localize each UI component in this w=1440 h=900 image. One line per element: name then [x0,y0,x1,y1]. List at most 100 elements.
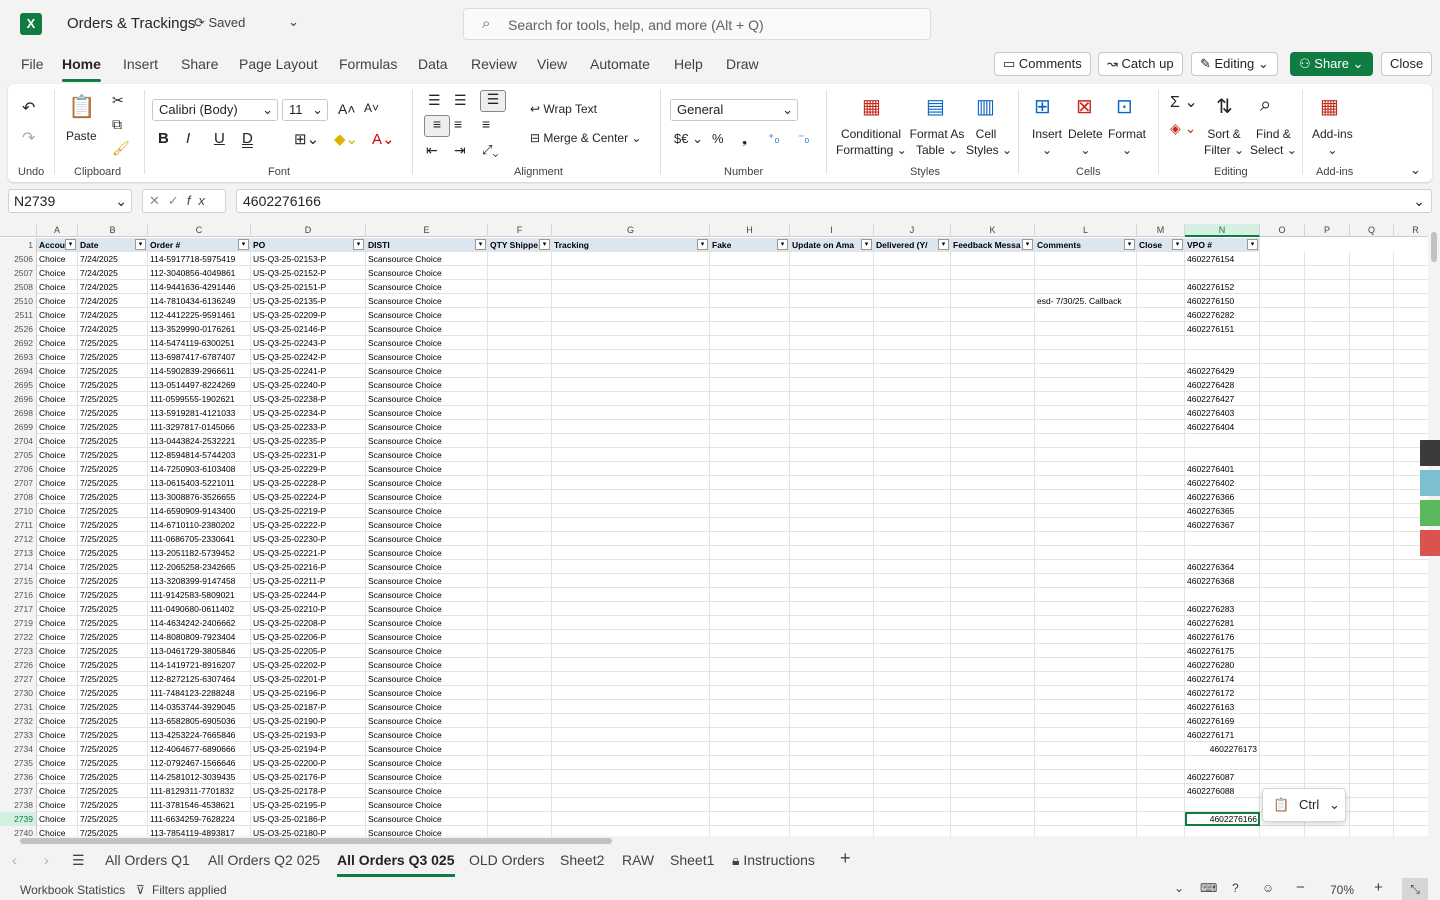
cell[interactable] [951,812,1035,826]
cell[interactable] [1137,476,1185,490]
cell[interactable] [1305,826,1350,836]
cell[interactable] [1350,756,1394,770]
cell[interactable] [488,826,552,836]
cell[interactable]: US-Q3-25-02224-P [251,490,366,504]
cell[interactable] [1137,336,1185,350]
cell[interactable] [1035,728,1137,742]
cell[interactable] [1350,266,1394,280]
cell[interactable]: Choice [37,518,78,532]
cell[interactable] [488,266,552,280]
cell[interactable]: 111-3781546-4538621 [148,798,251,812]
cell[interactable] [874,546,951,560]
cell[interactable] [1350,518,1394,532]
filter-dropdown-icon[interactable]: ▾ [135,239,146,250]
clear-icon[interactable]: ◈ ⌄ [1170,120,1196,137]
cell[interactable] [951,574,1035,588]
cell[interactable] [790,532,874,546]
cell[interactable]: Scansource Choice [366,434,488,448]
cell[interactable] [552,532,710,546]
cell[interactable] [488,700,552,714]
cell[interactable] [1137,392,1185,406]
cell[interactable] [552,602,710,616]
cell[interactable]: US-Q3-25-02205-P [251,644,366,658]
column-header-b[interactable]: B [78,224,148,237]
cell[interactable]: Scansource Choice [366,756,488,770]
cell[interactable]: US-Q3-25-02202-P [251,658,366,672]
cell[interactable] [1035,252,1137,266]
format-painter-icon[interactable]: 🖌 [112,140,130,157]
cell[interactable] [874,616,951,630]
cell[interactable] [1350,280,1394,294]
cell[interactable] [951,490,1035,504]
cell[interactable] [1260,714,1305,728]
cell[interactable]: 114-7810434-6136249 [148,294,251,308]
cell[interactable] [710,728,790,742]
cell[interactable] [951,266,1035,280]
cell[interactable]: 7/25/2025 [78,336,148,350]
cell[interactable]: 114-1419721-8916207 [148,658,251,672]
menu-insert[interactable]: Insert [123,56,158,72]
cell[interactable] [1350,602,1394,616]
cell[interactable] [488,532,552,546]
cell[interactable]: US-Q3-25-02180-P [251,826,366,836]
cell[interactable] [488,350,552,364]
find-select-icon[interactable]: ⌕ [1260,94,1271,117]
horizontal-scroll-thumb[interactable] [20,838,612,844]
cell[interactable]: Choice [37,308,78,322]
cell[interactable] [710,406,790,420]
cell[interactable] [710,504,790,518]
tab-raw[interactable]: RAW [622,852,654,868]
cell[interactable] [1137,322,1185,336]
cell[interactable]: Scansource Choice [366,812,488,826]
cell[interactable] [710,756,790,770]
cell[interactable] [1035,658,1137,672]
cell[interactable]: 4602276367 [1185,518,1260,532]
cell[interactable] [1035,574,1137,588]
cell[interactable] [1035,504,1137,518]
cell[interactable] [1350,434,1394,448]
cell[interactable] [1350,462,1394,476]
cell[interactable]: US-Q3-25-02228-P [251,476,366,490]
cell[interactable] [951,364,1035,378]
cell[interactable] [488,280,552,294]
cell[interactable]: 4602276282 [1185,308,1260,322]
comma-style-icon[interactable]: ❟ [742,131,747,147]
cell[interactable] [488,336,552,350]
cell[interactable]: 113-0443824-2532221 [148,434,251,448]
cell[interactable] [951,672,1035,686]
cell[interactable] [710,532,790,546]
cell[interactable]: US-Q3-25-02200-P [251,756,366,770]
decrease-font-icon[interactable]: A˅ [364,101,379,115]
cell[interactable]: 7/25/2025 [78,714,148,728]
increase-indent-icon[interactable]: ⇥ [454,142,466,159]
cell[interactable] [1137,266,1185,280]
cell[interactable] [1305,420,1350,434]
zoom-out-icon[interactable]: − [1296,879,1305,896]
filter-dropdown-icon[interactable]: ▾ [65,239,76,250]
cell[interactable]: 114-9441636-4291446 [148,280,251,294]
cell[interactable]: 114-7250903-6103408 [148,462,251,476]
cell[interactable] [951,504,1035,518]
column-header-q[interactable]: Q [1350,224,1394,237]
cell[interactable] [1350,490,1394,504]
cell[interactable]: 7/25/2025 [78,630,148,644]
select-all-corner[interactable] [0,224,37,237]
cell[interactable] [1137,364,1185,378]
cell[interactable] [488,560,552,574]
cell[interactable] [790,504,874,518]
menu-file[interactable]: File [21,56,44,72]
cell[interactable] [1260,378,1305,392]
cell[interactable] [874,574,951,588]
cell[interactable] [874,518,951,532]
cell[interactable]: 4602276366 [1185,490,1260,504]
cell[interactable]: US-Q3-25-02209-P [251,308,366,322]
cell[interactable] [1137,280,1185,294]
cell[interactable] [874,490,951,504]
cell[interactable] [488,672,552,686]
cell[interactable] [1305,266,1350,280]
column-header-f[interactable]: F [488,224,552,237]
cell[interactable]: 4602276283 [1185,602,1260,616]
cell[interactable]: 7/25/2025 [78,784,148,798]
cell[interactable] [1260,266,1305,280]
cell[interactable] [488,546,552,560]
